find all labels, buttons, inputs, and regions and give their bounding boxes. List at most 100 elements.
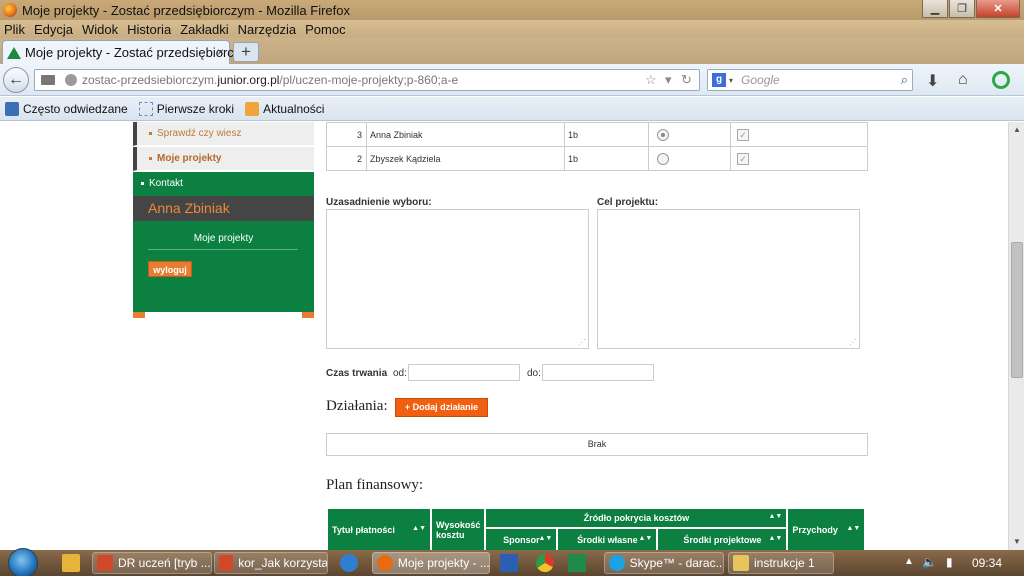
row-number: 2 <box>326 146 367 171</box>
tab-moje-projekty[interactable]: Moje projekty - Zostać przedsiębiorczym … <box>2 40 258 64</box>
resize-grip-icon[interactable]: ⋰ <box>849 338 857 347</box>
table-row: 2 Zbyszek Kądziela 1b ✓ <box>326 146 868 171</box>
resize-grip-icon[interactable]: ⋰ <box>578 338 586 347</box>
sort-icon[interactable]: ▲▼ <box>769 513 783 520</box>
folder-icon <box>733 555 749 571</box>
menu-help[interactable]: Pomoc <box>305 22 345 37</box>
scroll-up-icon[interactable]: ▲ <box>1009 122 1024 138</box>
member-name: Anna Zbiniak <box>366 122 565 147</box>
user-panel: Moje projekty wyloguj <box>133 221 314 312</box>
col-header-title[interactable]: Tytuł płatności ▲▼ <box>326 507 432 550</box>
word-icon[interactable] <box>500 554 518 572</box>
date-from-input[interactable] <box>408 364 520 381</box>
minimize-button[interactable]: ▁ <box>922 0 948 18</box>
date-to-input[interactable] <box>542 364 654 381</box>
financial-plan-table: Tytuł płatności ▲▼ Wysokość kosztu Źródło … <box>326 507 867 550</box>
bullet-icon <box>149 156 152 160</box>
goal-textarea[interactable]: ⋰ <box>597 209 860 349</box>
menu-edit[interactable]: Edycja <box>34 22 73 37</box>
start-button[interactable] <box>8 548 38 576</box>
chrome-icon[interactable] <box>536 554 554 572</box>
site-identity-icon[interactable] <box>65 74 77 86</box>
taskbar-item-instrukcje[interactable]: instrukcje 1 <box>728 552 834 574</box>
leader-radio[interactable] <box>657 152 669 165</box>
taskbar-item-dr-uczen[interactable]: DR uczeń [tryb ... <box>92 552 212 574</box>
window-title-bar: Moje projekty - Zostać przedsiębiorczym … <box>0 0 1024 20</box>
menu-view[interactable]: Widok <box>82 22 118 37</box>
menu-bookmarks[interactable]: Zakładki <box>180 22 228 37</box>
scroll-thumb[interactable] <box>1011 242 1023 378</box>
col-header-project-funds[interactable]: Środki projektowe ▲▼ <box>656 527 789 550</box>
menu-history[interactable]: Historia <box>127 22 171 37</box>
taskbar-item-skype[interactable]: Skype™ - darac... <box>604 552 724 574</box>
search-input[interactable]: Google <box>741 73 780 87</box>
bookmark-star-icon[interactable]: ☆ <box>645 72 657 88</box>
sidebar-item-kontakt[interactable]: Kontakt <box>133 172 314 196</box>
sidebar-item-sprawdz[interactable]: Sprawdź czy wiesz <box>133 122 314 146</box>
sort-icon[interactable]: ▲▼ <box>412 525 426 532</box>
justification-textarea[interactable]: ⋰ <box>326 209 589 349</box>
maximize-button[interactable]: ❐ <box>949 0 975 18</box>
divider <box>148 249 298 250</box>
member-checkbox[interactable]: ✓ <box>737 128 749 141</box>
sidebar-item-moje-projekty[interactable]: Moje projekty <box>133 147 314 171</box>
col-header-income[interactable]: Przychody ▲▼ <box>786 507 867 550</box>
back-button[interactable]: ← <box>3 67 29 93</box>
bookmark-news[interactable]: Aktualności <box>245 101 324 116</box>
google-engine-icon[interactable]: g <box>712 73 726 87</box>
excel-icon[interactable] <box>568 554 586 572</box>
scroll-down-icon[interactable]: ▼ <box>1009 534 1024 550</box>
sort-icon[interactable]: ▲▼ <box>539 535 553 542</box>
home-icon[interactable]: ⌂ <box>958 71 968 89</box>
powerpoint-icon <box>97 555 113 571</box>
window-title: Moje projekty - Zostać przedsiębiorczym … <box>22 2 350 18</box>
clock[interactable]: 09:34 <box>972 556 1002 570</box>
engine-dropdown-icon[interactable]: ▾ <box>729 76 733 85</box>
actions-empty-message: Brak <box>326 433 868 456</box>
financial-plan-heading: Plan finansowy: <box>326 477 424 493</box>
col-header-source[interactable]: Źródło pokrycia kosztów ▲▼ <box>484 507 789 529</box>
new-tab-button[interactable]: + <box>233 42 259 62</box>
bookmark-getting-started[interactable]: Pierwsze kroki <box>138 101 234 116</box>
corner-accent <box>302 312 314 318</box>
col-header-sponsor[interactable]: Sponsor ▲▼ <box>484 527 559 550</box>
tab-close-icon[interactable]: × <box>217 45 224 59</box>
from-label: od: <box>393 368 407 379</box>
user-name: Anna Zbiniak <box>133 196 314 221</box>
url-bar[interactable]: zostac-przedsiebiorczym.junior.org.pl/pl… <box>34 69 700 91</box>
search-icon[interactable]: ⌕ <box>901 72 908 88</box>
extension-icon[interactable] <box>992 71 1010 89</box>
reload-icon[interactable]: ↻ <box>681 72 692 88</box>
volume-icon[interactable]: 🔈 <box>922 555 937 569</box>
leader-radio[interactable] <box>657 128 669 141</box>
to-label: do: <box>527 368 541 379</box>
close-button[interactable]: ✕ <box>976 0 1020 18</box>
sort-icon[interactable]: ▲▼ <box>769 535 783 542</box>
tray-arrow-icon[interactable]: ▲ <box>904 556 914 567</box>
outlook-icon[interactable] <box>62 554 80 572</box>
duration-label: Czas trwania <box>326 368 388 379</box>
col-header-amount[interactable]: Wysokość kosztu <box>429 507 487 550</box>
vertical-scrollbar[interactable]: ▲ ▼ <box>1008 122 1024 550</box>
taskbar-item-firefox[interactable]: Moje projekty - ... <box>372 552 490 574</box>
history-dropdown-icon[interactable]: ▾ <box>665 72 672 88</box>
sort-icon[interactable]: ▲▼ <box>847 525 861 532</box>
navigation-bar: ← zostac-przedsiebiorczym.junior.org.pl/… <box>0 64 1024 96</box>
user-projects-link[interactable]: Moje projekty <box>133 233 314 244</box>
sort-icon[interactable]: ▲▼ <box>639 535 653 542</box>
bookmark-most-visited[interactable]: Często odwiedzane <box>5 101 128 116</box>
bookmarks-bar: Często odwiedzane Pierwsze kroki Aktualn… <box>0 97 1024 121</box>
download-icon[interactable]: ⬇ <box>926 71 939 91</box>
tab-strip: Moje projekty - Zostać przedsiębiorczym … <box>0 38 1024 64</box>
menu-file[interactable]: Plik <box>4 22 25 37</box>
member-class: 1b <box>564 146 649 171</box>
taskbar-item-kor[interactable]: kor_Jak korzysta... <box>214 552 328 574</box>
col-header-own-funds[interactable]: Środki własne ▲▼ <box>556 527 659 550</box>
logout-button[interactable]: wyloguj <box>148 261 192 277</box>
network-icon[interactable]: ▮ <box>946 555 953 569</box>
add-action-button[interactable]: + Dodaj działanie <box>395 398 488 417</box>
search-bar[interactable]: g ▾ Google ⌕ <box>707 69 913 91</box>
menu-tools[interactable]: Narzędzia <box>238 22 297 37</box>
member-checkbox[interactable]: ✓ <box>737 152 749 165</box>
internet-explorer-icon[interactable] <box>340 554 358 572</box>
